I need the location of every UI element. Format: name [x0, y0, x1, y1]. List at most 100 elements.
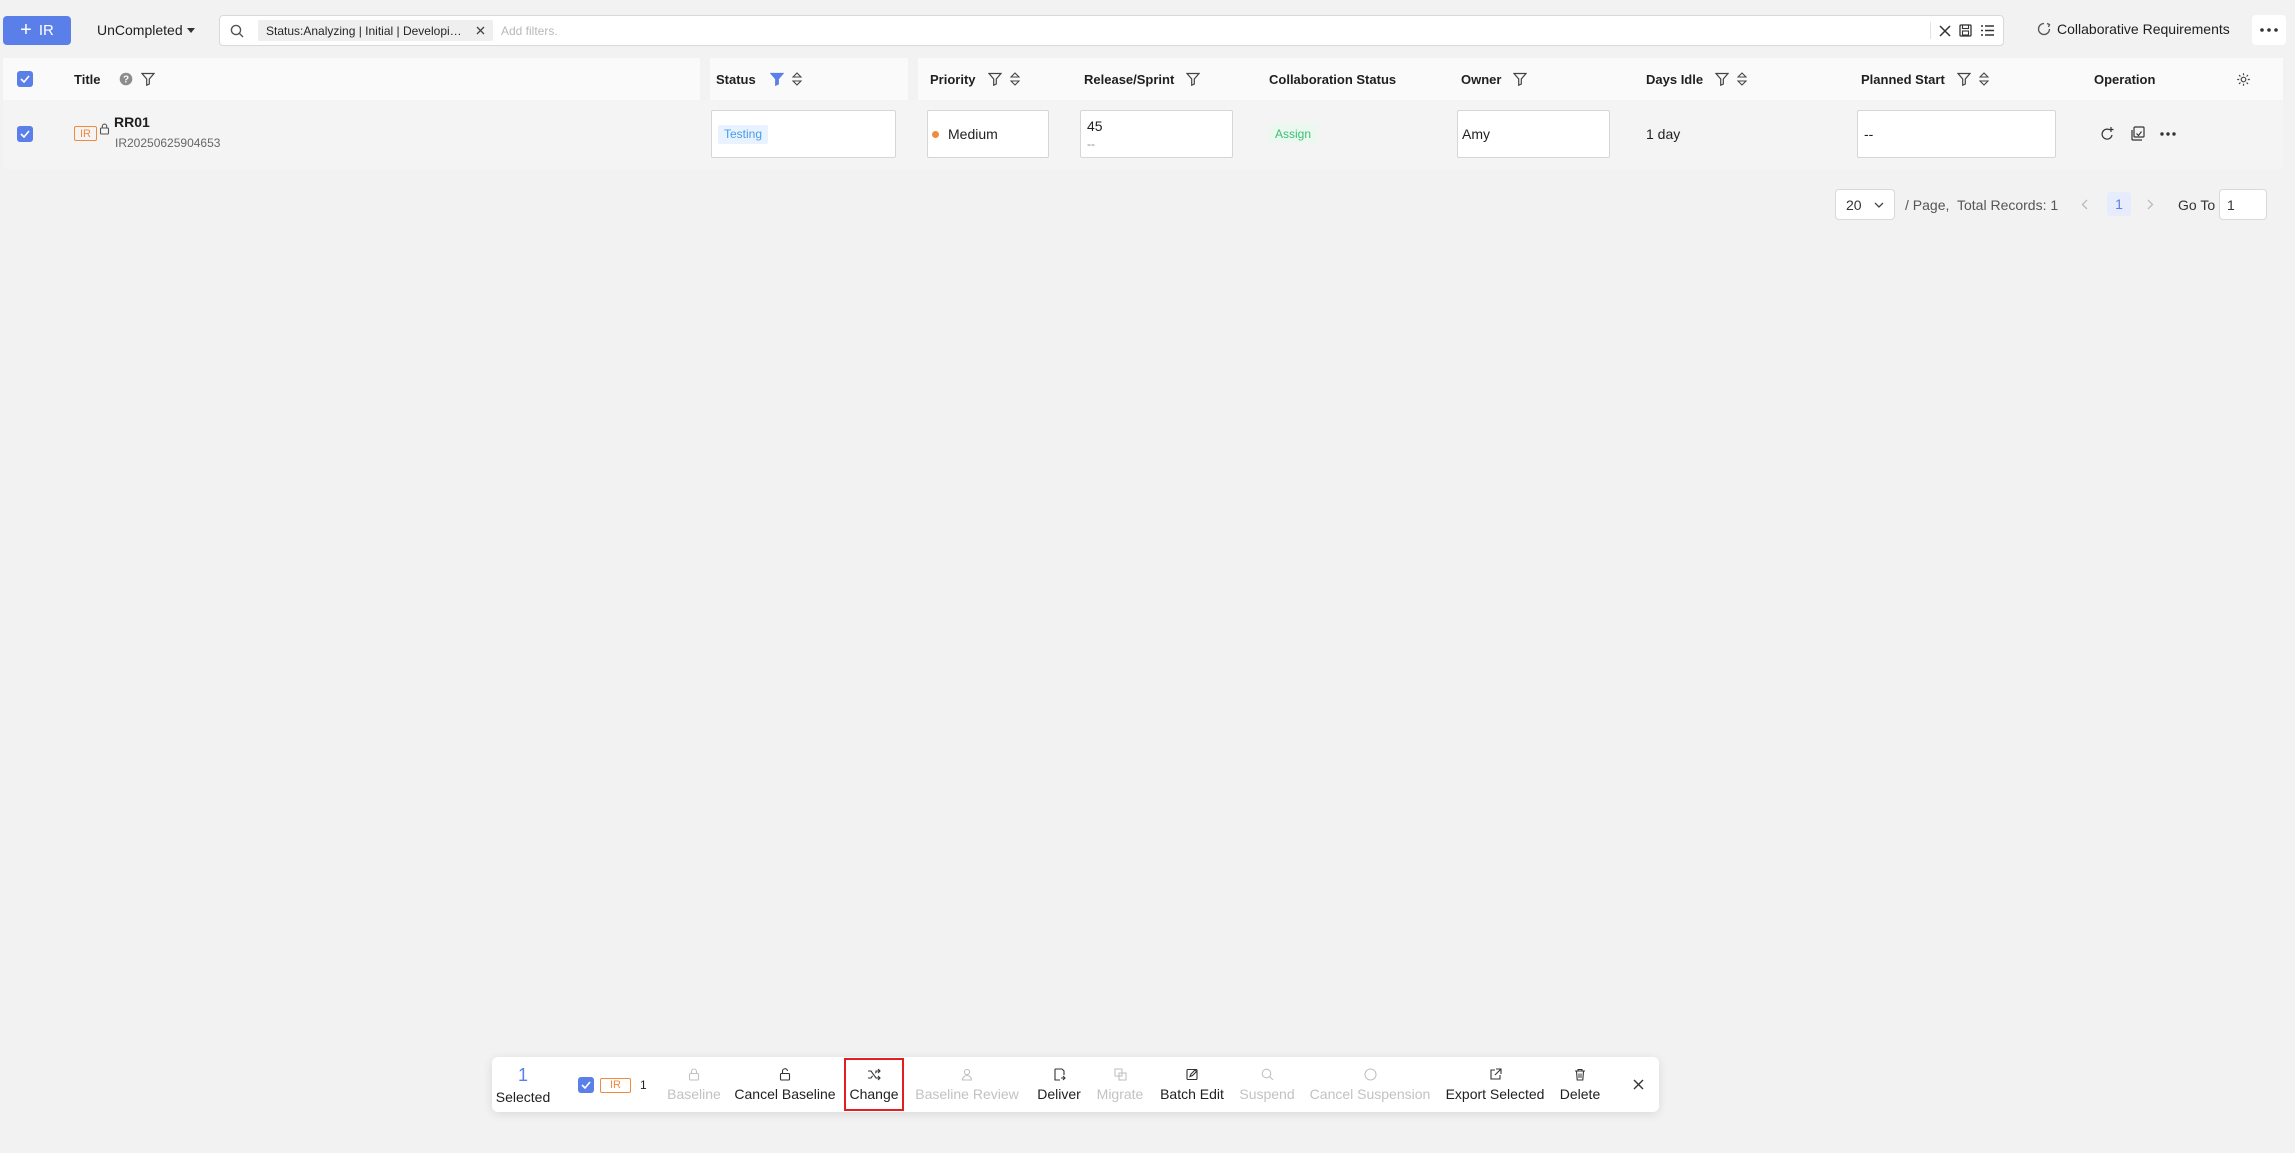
- priority-value: Medium: [948, 126, 998, 142]
- close-action-bar-button[interactable]: [1628, 1057, 1648, 1112]
- column-planned-start-label: Planned Start: [1861, 71, 1945, 87]
- owner-cell[interactable]: Amy: [1457, 110, 1610, 158]
- filter-icon[interactable]: [1956, 72, 1971, 86]
- batch-edit-button[interactable]: Batch Edit: [1155, 1057, 1229, 1112]
- row-type: IR: [74, 123, 110, 141]
- row-id: IR20250625904653: [115, 136, 221, 150]
- add-filter-input[interactable]: [501, 23, 1930, 38]
- page-number-current[interactable]: 1: [2107, 192, 2131, 216]
- status-filter-tag-text: Status:Analyzing | Initial | Developing …: [266, 23, 464, 38]
- per-page-label: / Page,: [1905, 196, 1950, 213]
- goto-page-input[interactable]: [2219, 189, 2267, 220]
- prev-page-button[interactable]: [2081, 189, 2088, 220]
- export-selected-label: Export Selected: [1445, 1086, 1545, 1102]
- top-toolbar: + IR UnCompleted Status:Analyzing | Init…: [0, 0, 2295, 58]
- collaboration-icon: [2037, 22, 2051, 36]
- add-ir-label: IR: [38, 22, 54, 39]
- export-selected-button[interactable]: Export Selected: [1443, 1057, 1547, 1112]
- filter-search-box[interactable]: Status:Analyzing | Initial | Developing …: [219, 15, 2004, 46]
- help-icon[interactable]: ?: [119, 72, 133, 86]
- cancel-suspension-label: Cancel Suspension: [1309, 1086, 1431, 1102]
- baseline-review-button[interactable]: Baseline Review: [912, 1057, 1022, 1112]
- next-page-button[interactable]: [2147, 189, 2154, 220]
- cancel-baseline-label: Cancel Baseline: [734, 1086, 836, 1102]
- delete-button[interactable]: Delete: [1555, 1057, 1605, 1112]
- select-all-checkbox[interactable]: [17, 71, 33, 87]
- save-filter-icon[interactable]: [1959, 24, 1972, 37]
- caret-down-icon: [186, 27, 195, 33]
- view-selector[interactable]: UnCompleted: [97, 20, 195, 40]
- filter-icon[interactable]: [1513, 72, 1528, 86]
- column-operation-label: Operation: [2094, 71, 2156, 87]
- sort-icon[interactable]: [1737, 72, 1748, 86]
- filter-icon[interactable]: [140, 72, 155, 86]
- status-cell[interactable]: Testing: [711, 110, 896, 158]
- days-idle-value: 1 day: [1646, 126, 1681, 142]
- chevron-right-icon: [2147, 199, 2154, 210]
- remove-filter-icon[interactable]: [476, 26, 485, 35]
- suspend-label: Suspend: [1239, 1086, 1295, 1102]
- planned-start-cell[interactable]: --: [1857, 110, 2056, 158]
- sort-icon[interactable]: [1009, 72, 1020, 86]
- table-header: Title ? Status Priority Release/Sprint C…: [3, 58, 2283, 100]
- copy-icon[interactable]: [2130, 126, 2145, 141]
- more-horizontal-icon[interactable]: [2160, 131, 2176, 136]
- baseline-button[interactable]: Baseline: [664, 1057, 724, 1112]
- total-records: Total Records: 1: [1957, 196, 2059, 213]
- more-horizontal-icon: [2260, 28, 2278, 32]
- planned-start-value: --: [1864, 126, 1874, 142]
- column-settings-button[interactable]: [2236, 58, 2251, 100]
- column-collab-label: Collaboration Status: [1269, 71, 1397, 87]
- row-operations: [2100, 126, 2176, 141]
- migrate-label: Migrate: [1096, 1086, 1144, 1102]
- page-size-value: 20: [1846, 196, 1862, 213]
- filter-active-icon[interactable]: [769, 72, 784, 86]
- checkbox-checked: [17, 126, 33, 142]
- column-owner: Owner: [1461, 58, 1528, 100]
- priority-dot-icon: [932, 130, 939, 138]
- type-checkbox[interactable]: [578, 1077, 594, 1093]
- status-filter-tag[interactable]: Status:Analyzing | Initial | Developing …: [258, 20, 493, 41]
- row-title[interactable]: RR01: [114, 114, 150, 130]
- ir-type-badge: IR: [74, 126, 97, 141]
- release-sprint-cell[interactable]: 45 --: [1080, 110, 1233, 158]
- filter-icon[interactable]: [1186, 72, 1201, 86]
- column-title: Title ?: [74, 58, 155, 100]
- column-operation: Operation: [2094, 58, 2155, 100]
- sort-icon[interactable]: [1978, 72, 1989, 86]
- priority-cell[interactable]: Medium: [927, 110, 1049, 158]
- cancel-baseline-button[interactable]: Cancel Baseline: [732, 1057, 838, 1112]
- filter-icon[interactable]: [1715, 72, 1730, 86]
- type-count: 1: [640, 1078, 647, 1092]
- collaborative-requirements-button[interactable]: Collaborative Requirements: [2037, 19, 2230, 39]
- batch-edit-label: Batch Edit: [1160, 1086, 1224, 1102]
- lock-icon: [688, 1067, 700, 1081]
- ir-type-badge: IR: [600, 1077, 631, 1093]
- clear-filters-icon[interactable]: [1939, 24, 1951, 37]
- filter-icon[interactable]: [987, 72, 1002, 86]
- more-options-button[interactable]: [2252, 15, 2286, 45]
- migrate-button[interactable]: Migrate: [1093, 1057, 1147, 1112]
- assign-tag[interactable]: Assign: [1269, 124, 1318, 143]
- owner-value: Amy: [1462, 126, 1490, 142]
- search-actions: [1930, 22, 1995, 39]
- migrate-icon: [1113, 1067, 1127, 1081]
- selected-count: 1 Selected: [496, 1057, 550, 1112]
- filter-list-icon[interactable]: [1980, 24, 1995, 37]
- row-checkbox[interactable]: [17, 126, 33, 142]
- page-size-select[interactable]: 20: [1835, 189, 1895, 220]
- sort-icon[interactable]: [791, 72, 802, 86]
- split-requirement-icon[interactable]: [2100, 126, 2115, 141]
- table-row[interactable]: IR RR01 IR20250625904653 Testing Medium …: [3, 100, 2283, 169]
- suspend-button[interactable]: Suspend: [1236, 1057, 1298, 1112]
- column-priority-label: Priority: [930, 71, 976, 87]
- deliver-label: Deliver: [1037, 1086, 1081, 1102]
- cancel-suspension-button[interactable]: Cancel Suspension: [1305, 1057, 1435, 1112]
- delete-label: Delete: [1559, 1086, 1601, 1102]
- selected-type-summary: IR 1: [578, 1077, 647, 1093]
- add-ir-button[interactable]: + IR: [3, 16, 71, 45]
- column-separator: [908, 58, 918, 100]
- deliver-button[interactable]: Deliver: [1033, 1057, 1085, 1112]
- deliver-icon: [1053, 1067, 1066, 1081]
- column-collaboration-status: Collaboration Status: [1269, 58, 1396, 100]
